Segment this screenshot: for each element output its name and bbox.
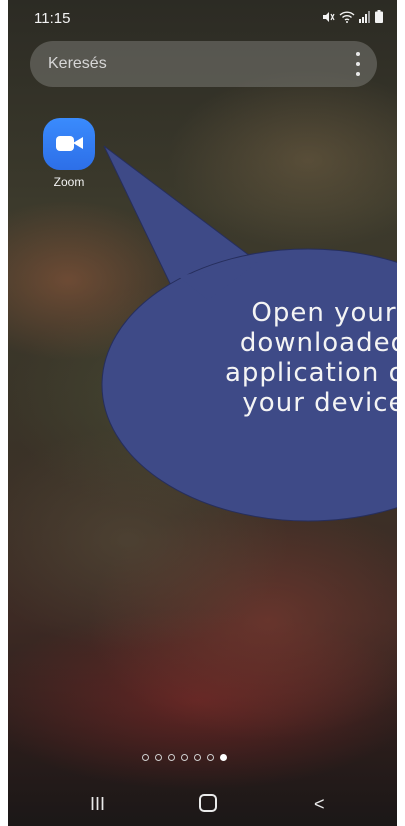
back-button[interactable]: < bbox=[314, 794, 325, 815]
status-bar: 11:15 bbox=[8, 0, 397, 34]
home-button[interactable] bbox=[199, 794, 217, 812]
callout-line: application on bbox=[224, 358, 397, 388]
page-indicator[interactable] bbox=[142, 754, 227, 761]
callout-text: Open your downloaded application on your… bbox=[164, 298, 397, 418]
search-bar[interactable]: Keresés bbox=[30, 41, 377, 87]
status-icons bbox=[321, 10, 383, 23]
page-dot[interactable] bbox=[155, 754, 162, 761]
page-dot[interactable] bbox=[194, 754, 201, 761]
navigation-bar: III < bbox=[8, 776, 397, 826]
recent-apps-button[interactable]: III bbox=[90, 794, 105, 815]
signal-icon bbox=[359, 10, 370, 23]
more-vert-icon[interactable] bbox=[353, 52, 363, 76]
page-dot-active[interactable] bbox=[220, 754, 227, 761]
callout-line: downloaded bbox=[239, 328, 397, 358]
mute-icon bbox=[323, 11, 335, 22]
page-dot[interactable] bbox=[142, 754, 149, 761]
battery-icon bbox=[375, 10, 383, 23]
app-zoom[interactable]: Zoom bbox=[40, 118, 98, 189]
callout-line: your device bbox=[242, 388, 397, 418]
phone-screen: 11:15 Keresés Zoom Open your downloaded … bbox=[8, 0, 397, 826]
page-dot[interactable] bbox=[181, 754, 188, 761]
callout-line: Open your bbox=[251, 298, 397, 328]
zoom-video-camera-icon[interactable] bbox=[43, 118, 95, 170]
page-dot[interactable] bbox=[207, 754, 214, 761]
clock: 11:15 bbox=[34, 10, 71, 27]
wifi-icon bbox=[339, 10, 355, 23]
search-placeholder: Keresés bbox=[48, 55, 107, 72]
page-dot[interactable] bbox=[168, 754, 175, 761]
app-label: Zoom bbox=[53, 175, 85, 189]
